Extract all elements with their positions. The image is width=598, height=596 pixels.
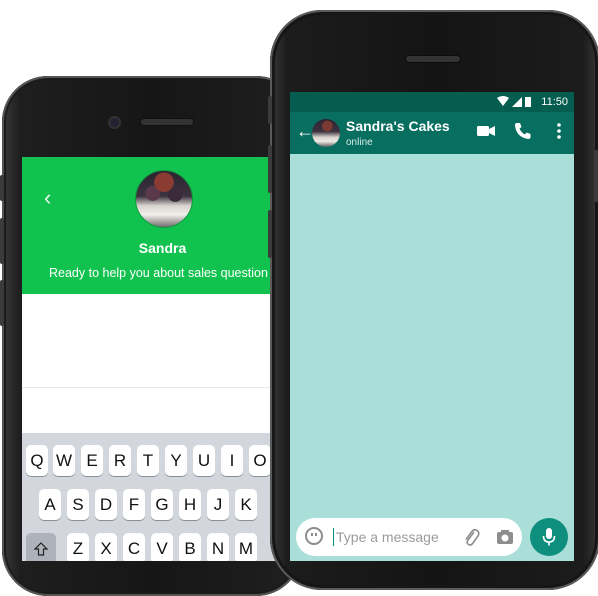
wifi-icon bbox=[497, 96, 509, 106]
message-composer bbox=[296, 518, 522, 556]
agent-tagline: Ready to help you about sales question : bbox=[49, 266, 275, 280]
back-phone-side-button bbox=[0, 280, 4, 326]
status-time: 11:50 bbox=[541, 96, 568, 108]
chevron-left-icon[interactable]: ‹ bbox=[44, 185, 51, 211]
agent-avatar bbox=[135, 170, 193, 228]
mic-button[interactable] bbox=[530, 518, 568, 556]
key-v[interactable]: V bbox=[151, 533, 173, 561]
attach-icon[interactable] bbox=[462, 527, 480, 547]
key-m[interactable]: M bbox=[235, 533, 257, 561]
key-t[interactable]: T bbox=[137, 445, 159, 476]
on-screen-keyboard: Q W E R T Y U I O A S D F G H J K Z X C … bbox=[22, 433, 277, 561]
key-c[interactable]: C bbox=[123, 533, 145, 561]
front-phone-side-button bbox=[268, 145, 272, 193]
signal-icon bbox=[512, 97, 522, 107]
key-h[interactable]: H bbox=[179, 489, 201, 520]
shift-icon bbox=[34, 541, 48, 556]
back-phone-side-button bbox=[0, 175, 4, 201]
video-call-icon[interactable] bbox=[475, 120, 497, 142]
key-g[interactable]: G bbox=[151, 489, 173, 520]
shift-key[interactable] bbox=[26, 533, 56, 561]
message-input-divider bbox=[22, 387, 277, 388]
sales-chat-screen: ‹ Sandra Ready to help you about sales q… bbox=[22, 157, 277, 561]
earpiece-speaker bbox=[140, 118, 194, 126]
key-r[interactable]: R bbox=[109, 445, 131, 476]
status-bar: 11:50 bbox=[290, 92, 574, 112]
more-icon[interactable] bbox=[548, 120, 570, 142]
phone-call-icon[interactable] bbox=[512, 120, 534, 142]
key-b[interactable]: B bbox=[179, 533, 201, 561]
battery-icon bbox=[525, 97, 531, 107]
key-z[interactable]: Z bbox=[67, 533, 89, 561]
key-f[interactable]: F bbox=[123, 489, 145, 520]
front-phone-side-button bbox=[268, 96, 272, 124]
front-camera bbox=[108, 116, 121, 129]
key-o[interactable]: O bbox=[249, 445, 271, 476]
contact-name[interactable]: Sandra's Cakes bbox=[346, 118, 450, 134]
key-u[interactable]: U bbox=[193, 445, 215, 476]
text-caret bbox=[333, 528, 334, 546]
chat-header: ← Sandra's Cakes online bbox=[290, 112, 574, 154]
key-x[interactable]: X bbox=[95, 533, 117, 561]
key-e[interactable]: E bbox=[81, 445, 103, 476]
emoji-icon[interactable] bbox=[305, 527, 323, 545]
key-k[interactable]: K bbox=[235, 489, 257, 520]
contact-avatar[interactable] bbox=[312, 119, 340, 147]
key-w[interactable]: W bbox=[53, 445, 75, 476]
wifi-signal-battery-icons bbox=[497, 96, 531, 107]
chat-header: ‹ Sandra Ready to help you about sales q… bbox=[22, 157, 277, 294]
key-q[interactable]: Q bbox=[26, 445, 48, 476]
message-input[interactable] bbox=[336, 527, 460, 547]
back-phone-side-button bbox=[0, 218, 4, 264]
key-a[interactable]: A bbox=[39, 489, 61, 520]
front-phone-power-button bbox=[594, 150, 598, 202]
agent-name: Sandra bbox=[138, 240, 187, 256]
key-j[interactable]: J bbox=[207, 489, 229, 520]
key-y[interactable]: Y bbox=[165, 445, 187, 476]
whatsapp-chat-screen: 11:50 ← Sandra's Cakes online bbox=[290, 92, 574, 561]
key-n[interactable]: N bbox=[207, 533, 229, 561]
key-s[interactable]: S bbox=[67, 489, 89, 520]
mic-icon bbox=[542, 528, 556, 546]
front-phone-side-button bbox=[268, 210, 272, 258]
earpiece-speaker bbox=[405, 55, 461, 63]
key-d[interactable]: D bbox=[95, 489, 117, 520]
key-i[interactable]: I bbox=[221, 445, 243, 476]
camera-icon[interactable] bbox=[496, 528, 514, 546]
contact-status: online bbox=[346, 137, 373, 148]
